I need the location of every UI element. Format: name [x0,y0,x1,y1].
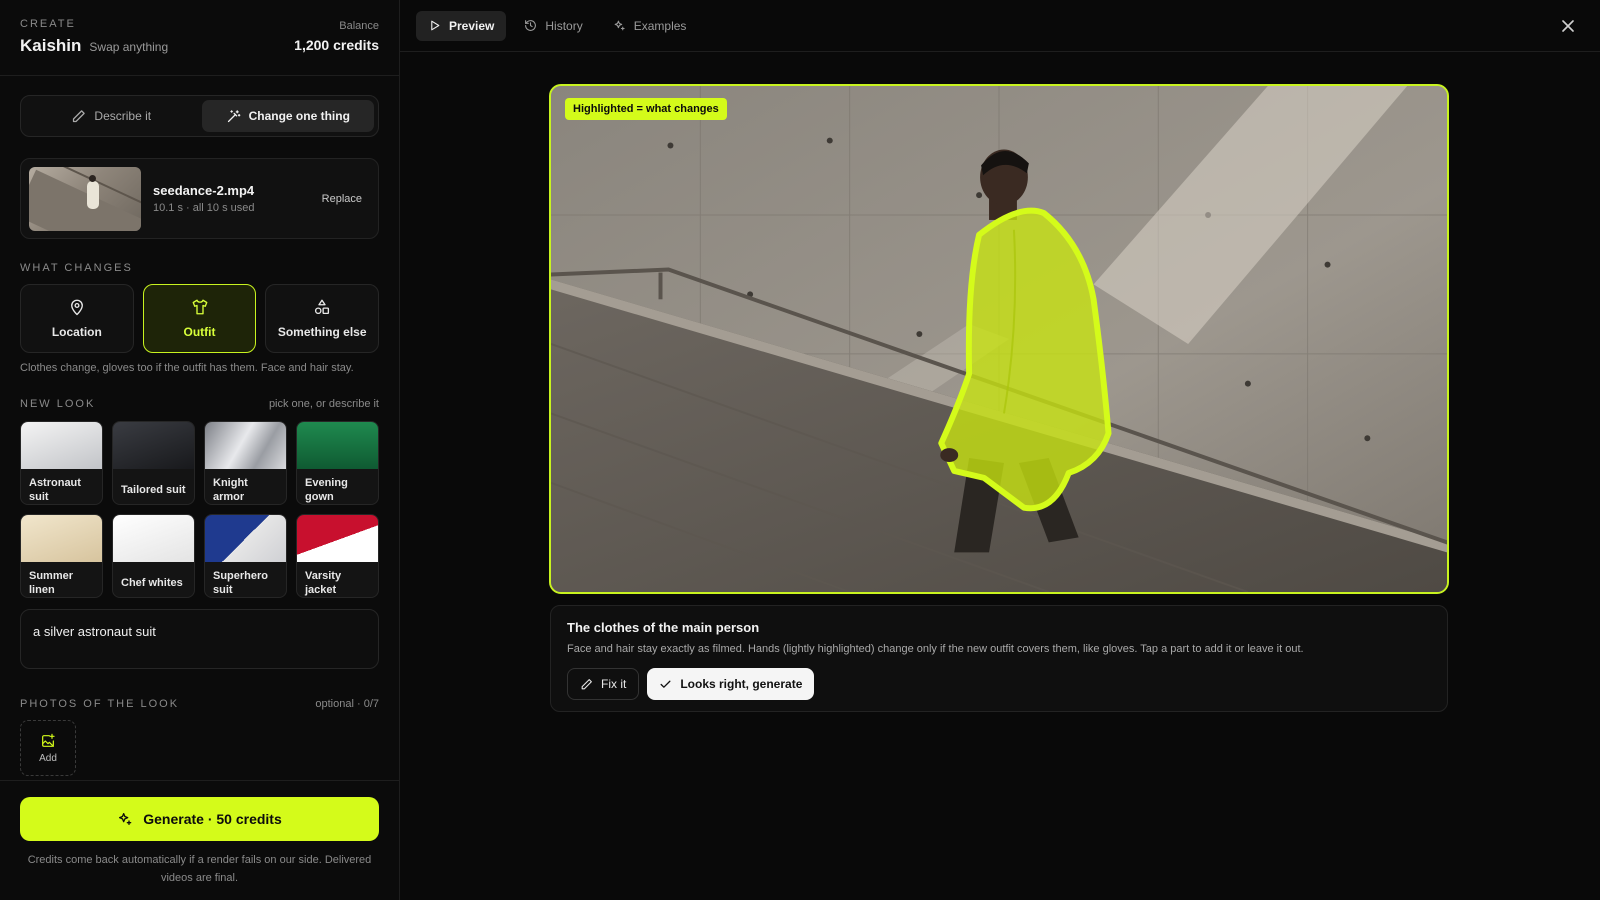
history-icon [525,20,537,31]
app-title: Kaishin Swap anything [20,36,168,56]
location-pin-icon [70,299,83,316]
balance-value: 1,200 credits [294,37,379,53]
change-option-outfit[interactable]: Outfit [142,284,257,353]
tab-history[interactable]: History [512,11,594,41]
source-file-card: seedance-2.mp4 10.1 s · all 10 s used Re… [20,158,379,239]
tab-examples[interactable]: Examples [601,11,699,41]
look-swatch [113,515,194,562]
mask-info-description: Face and hair stay exactly as filmed. Ha… [567,643,1304,655]
play-icon [431,20,440,31]
mode-describe-button[interactable]: Describe it [25,100,198,132]
look-label: Astronaut suit [29,476,81,503]
check-icon [660,680,671,688]
new-look-hint: pick one, or describe it [268,398,379,410]
change-option-label: Outfit [183,325,216,339]
magic-wand-icon [227,109,240,122]
mode-toggle: Describe it Change one thing [20,95,379,137]
preview-scene [551,86,1447,592]
look-swatch [297,515,378,562]
tab-preview[interactable]: Preview [416,10,507,41]
look-preset-summer-linen[interactable]: Summer linen [20,514,103,598]
look-preset-varsity-jacket[interactable]: Varsity jacket [296,514,379,598]
look-preset-superhero-suit[interactable]: Superhero suit [204,514,287,598]
tab-label: Examples [633,18,687,33]
sparkles-icon [119,813,132,825]
change-option-location[interactable]: Location [20,284,134,353]
highlight-badge: Highlighted = what changes [565,98,727,120]
eyebrow-create: CREATE [20,18,76,30]
look-preset-evening-gown[interactable]: Evening gown [296,421,379,505]
mask-info-title: The clothes of the main person [567,620,760,635]
look-label: Knight armor [213,476,248,503]
shirt-icon [192,299,207,315]
what-changes-label: WHAT CHANGES [20,262,133,274]
look-label: Tailored suit [121,483,186,496]
looks-right-generate-button[interactable]: Looks right, generate [647,668,815,700]
look-swatch [205,515,286,562]
look-label: Superhero suit [213,569,269,596]
look-swatch [113,422,194,469]
what-changes-options: Location Outfit Something else [20,284,380,353]
balance-block: Balance 1,200 credits [294,18,379,75]
what-changes-helper: Clothes change, gloves too if the outfit… [20,362,354,374]
change-option-label: Something else [277,325,367,339]
replace-button[interactable]: Replace [322,193,362,205]
look-label: Varsity jacket [305,569,342,596]
look-preset-knight-armor[interactable]: Knight armor [204,421,287,505]
mask-info-actions: Fix it Looks right, generate [567,668,1431,700]
main-panel: Preview History Examples Highlighted = w… [400,0,1600,900]
look-preset-chef-whites[interactable]: Chef whites [112,514,195,598]
look-description-input[interactable] [20,609,379,669]
look-presets-grid: Astronaut suit Tailored suit Knight armo… [20,421,379,598]
look-swatch [297,422,378,469]
sparkles-icon [614,20,625,31]
mask-info-card: The clothes of the main person Face and … [550,605,1448,712]
fix-it-label: Fix it [601,677,627,691]
look-swatch [205,422,286,469]
looks-right-label: Looks right, generate [680,677,803,691]
mode-change-label: Change one thing [248,109,350,123]
pencil-icon [581,678,592,689]
tab-label: History [545,18,583,33]
tab-label: Preview [449,18,495,33]
look-preset-tailored-suit[interactable]: Tailored suit [112,421,195,505]
add-photo-button[interactable]: Add [20,720,76,776]
fix-it-button[interactable]: Fix it [567,668,640,700]
new-look-label: NEW LOOK [20,398,96,410]
sidebar-footer: Generate · 50 credits Credits come back … [0,780,399,900]
video-preview[interactable]: Highlighted = what changes [549,84,1449,594]
mode-describe-label: Describe it [94,109,152,123]
video-thumbnail [29,166,141,231]
add-photo-label: Add [39,752,57,764]
sidebar: CREATE Kaishin Swap anything Balance 1,2… [0,0,400,900]
file-name: seedance-2.mp4 [153,183,255,198]
generate-label: Generate · 50 credits [143,811,282,827]
shapes-icon [315,299,330,315]
file-meta: 10.1 s · all 10 s used [153,202,255,214]
close-icon[interactable] [1558,16,1578,36]
generate-button[interactable]: Generate · 50 credits [20,797,379,841]
app-name: Kaishin [20,36,82,55]
app-root: CREATE Kaishin Swap anything Balance 1,2… [0,0,1600,900]
title-block: CREATE Kaishin Swap anything [20,18,168,75]
look-label: Chef whites [121,576,183,589]
change-option-label: Location [51,325,102,339]
pencil-icon [73,109,86,122]
image-plus-icon [42,733,55,747]
credits-footnote: Credits come back automatically if a ren… [27,854,372,884]
look-swatch [21,515,102,562]
photos-hint: optional · 0/7 [315,698,379,710]
look-swatch [21,422,102,469]
top-tabs: Preview History Examples [400,0,1600,52]
sidebar-header: CREATE Kaishin Swap anything Balance 1,2… [0,0,399,76]
balance-label: Balance [339,20,379,32]
photos-label: PHOTOS OF THE LOOK [20,698,180,710]
file-info: seedance-2.mp4 10.1 s · all 10 s used [153,183,322,214]
change-option-something-else[interactable]: Something else [265,284,380,353]
look-label: Evening gown [305,476,348,503]
look-label: Summer linen [29,569,74,596]
look-preset-astronaut-suit[interactable]: Astronaut suit [20,421,103,505]
app-subtitle: Swap anything [89,40,169,54]
mode-change-button[interactable]: Change one thing [201,100,374,132]
